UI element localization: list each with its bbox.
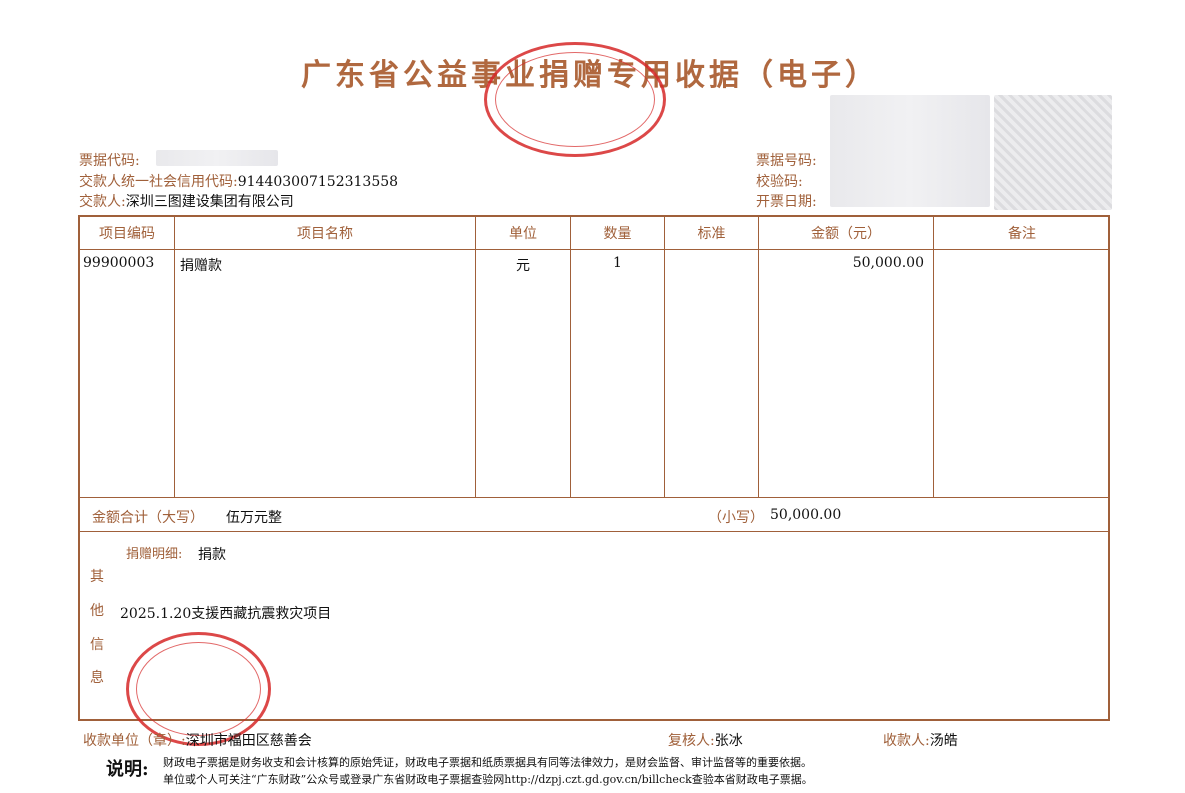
payee-line: 收款人:汤皓: [883, 730, 958, 750]
check-code-label: 校验码:: [756, 174, 803, 190]
payee-label: 收款人:: [883, 733, 930, 749]
issue-date-label: 开票日期:: [756, 194, 817, 210]
total-lower-label: （小写）: [708, 510, 764, 526]
bill-no-label: 票据号码:: [756, 153, 817, 169]
row-code: 99900003: [83, 255, 155, 271]
bill-no-line: 票据号码:: [756, 150, 817, 170]
total-upper-value: 伍万元整: [226, 510, 282, 526]
col-header-code: 项目编码: [99, 226, 155, 242]
col-header-unit: 单位: [509, 226, 537, 242]
col-header-standard: 标准: [697, 226, 726, 242]
row-name: 捐赠款: [180, 258, 222, 274]
credit-code-label: 交款人统一社会信用代码:: [79, 174, 238, 190]
receiver-label: 收款单位（章）:: [83, 733, 186, 749]
reviewer-label: 复核人:: [668, 733, 715, 749]
other-info-char-2: 他: [90, 603, 104, 619]
col-header-name: 项目名称: [297, 226, 353, 242]
col-header-amount: 金额（元）: [811, 226, 881, 242]
qr-code: [994, 95, 1112, 210]
other-info-char-4: 息: [90, 670, 104, 686]
col-header-remark: 备注: [1008, 226, 1036, 242]
other-info-char-1: 其: [90, 569, 104, 585]
explain-label: 说明:: [106, 759, 149, 780]
finance-bureau-seal: [484, 42, 666, 157]
col-header-qty: 数量: [603, 226, 632, 242]
issue-date-line: 开票日期:: [756, 191, 817, 211]
total-lower-value: 50,000.00: [770, 507, 842, 523]
reviewer-line: 复核人:张冰: [668, 730, 743, 750]
payer-label: 交款人:: [79, 194, 126, 210]
bill-code-line: 票据代码:: [79, 150, 140, 170]
total-upper-label: 金额合计（大写）: [92, 510, 204, 526]
credit-code-line: 交款人统一社会信用代码:914403007152313558: [79, 171, 398, 191]
explain-line-1: 财政电子票据是财务收支和会计核算的原始凭证，财政电子票据和纸质票据具有同等法律效…: [163, 756, 812, 769]
payee-value: 汤皓: [929, 733, 958, 749]
redacted-bill-info: [830, 95, 990, 207]
donation-detail-value: 捐款: [198, 547, 226, 563]
other-info-char-3: 信: [90, 637, 104, 653]
payer-line: 交款人:深圳三图建设集团有限公司: [79, 191, 294, 211]
row-amount: 50,000.00: [852, 255, 924, 271]
receiver-line: 收款单位（章）:深圳市福田区慈善会: [83, 730, 312, 750]
receiver-value: 深圳市福田区慈善会: [185, 733, 312, 749]
payer-value: 深圳三图建设集团有限公司: [125, 194, 294, 210]
credit-code-value: 914403007152313558: [237, 174, 399, 190]
reviewer-value: 张冰: [714, 733, 743, 749]
row-unit: 元: [516, 258, 530, 274]
bill-code-label: 票据代码:: [79, 153, 140, 169]
check-code-line: 校验码:: [756, 171, 803, 191]
redacted-bill-code: [156, 150, 278, 166]
explain-line-2: 单位或个人可关注“广东财政”公众号或登录广东省财政电子票据查验网http://d…: [163, 773, 813, 786]
charity-association-seal: [126, 632, 271, 746]
project-note: 2025.1.20支援西藏抗震救灾项目: [120, 606, 332, 622]
donation-detail-label: 捐赠明细:: [126, 547, 183, 562]
row-qty: 1: [613, 255, 622, 271]
